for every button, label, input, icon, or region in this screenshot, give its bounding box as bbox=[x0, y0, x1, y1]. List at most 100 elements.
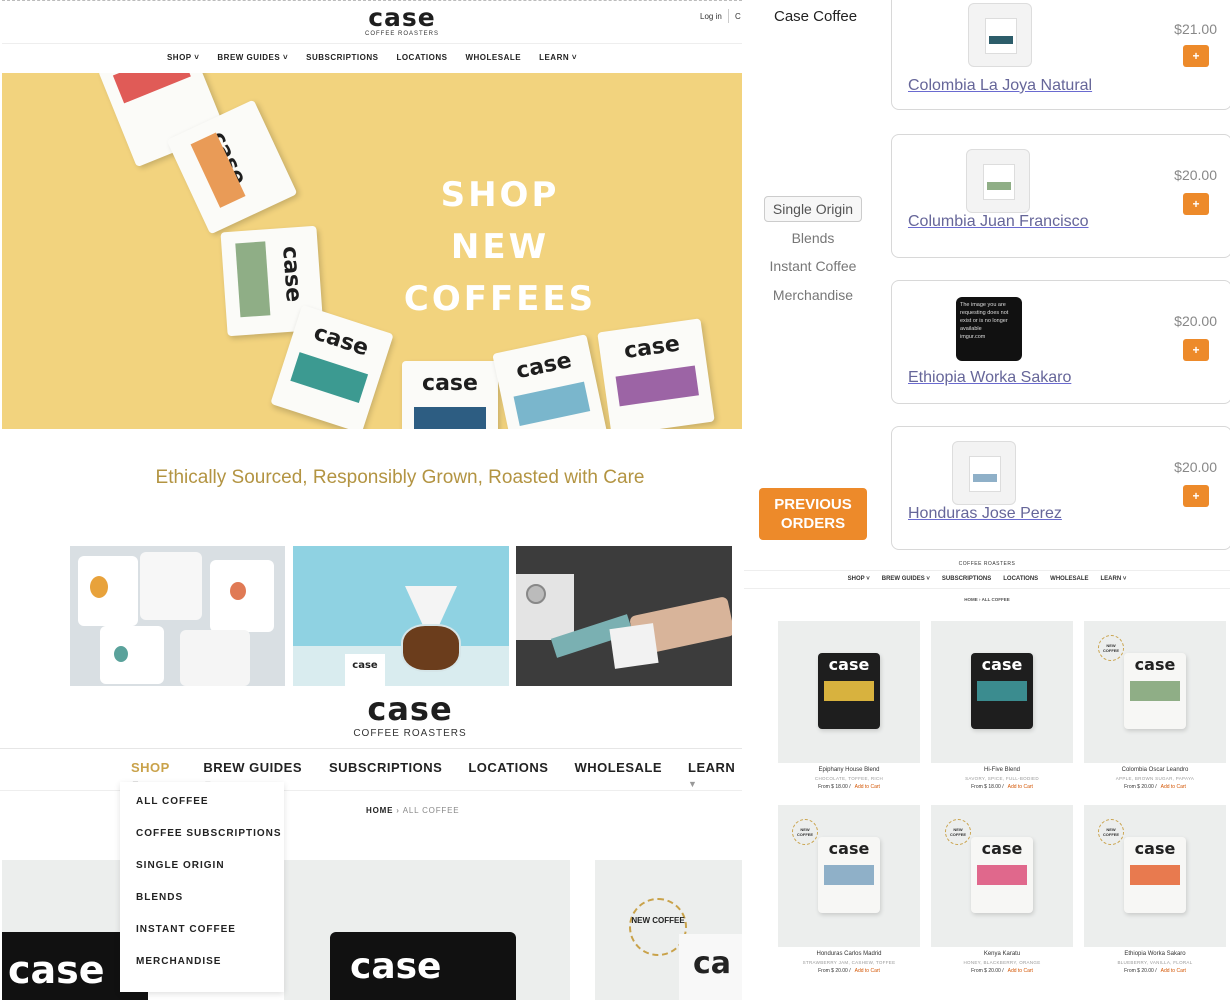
hero-banner[interactable]: case case case case case case SHOP NEW C… bbox=[2, 73, 742, 429]
product-card[interactable]: Columbia Juan Francisco $20.00 + bbox=[891, 134, 1230, 258]
new-coffee-badge: NEW COFFEE bbox=[792, 819, 818, 845]
nav-wholesale[interactable]: WHOLESALE bbox=[1050, 576, 1088, 582]
menu-item-single-origin[interactable]: SINGLE ORIGIN bbox=[120, 850, 284, 882]
coffee-bag-image: case bbox=[1124, 837, 1186, 913]
product-image[interactable]: case bbox=[931, 621, 1073, 763]
product-tile[interactable]: NEW COFFEE case Colombia Oscar Leandro APPL… bbox=[1084, 621, 1226, 790]
coffee-bag-image: case bbox=[971, 653, 1033, 729]
coffee-bag-image: case bbox=[597, 318, 715, 429]
category-instant-coffee[interactable]: Instant Coffee bbox=[763, 258, 863, 274]
product-name-link[interactable]: Honduras Jose Perez bbox=[908, 505, 1062, 523]
all-coffee-panel: COFFEE ROASTERS SHOP ˅ BREW GUIDES ˅ SUB… bbox=[744, 556, 1230, 1002]
product-price: $21.00 bbox=[1174, 21, 1217, 37]
nav-subscriptions[interactable]: SUBSCRIPTIONS bbox=[329, 760, 442, 790]
add-to-cart-link[interactable]: Add to Cart bbox=[1161, 784, 1186, 790]
tasting-notes: STRAWBERRY JAM, CASHEW, TOFFEE bbox=[802, 960, 896, 965]
tagline: Ethically Sourced, Responsibly Grown, Ro… bbox=[155, 467, 645, 488]
cart-link[interactable]: C bbox=[735, 12, 741, 21]
nav-wholesale[interactable]: WHOLESALE bbox=[465, 53, 521, 62]
breadcrumb-home[interactable]: HOME bbox=[366, 806, 393, 815]
mugs-photo bbox=[70, 546, 285, 686]
product-name[interactable]: Kenya Karatu bbox=[931, 951, 1073, 957]
tasting-notes: HONEY, BLACKBERRY, ORANGE bbox=[963, 960, 1041, 965]
product-thumbnail bbox=[966, 149, 1030, 213]
product-price: $20.00 bbox=[1174, 167, 1217, 183]
add-to-cart-link[interactable]: Add to Cart bbox=[1161, 968, 1186, 974]
product-image[interactable]: NEW COFFEE case bbox=[1084, 621, 1226, 763]
product-image[interactable]: NEW COFFEE ca bbox=[595, 860, 742, 1000]
category-merchandise[interactable]: Merchandise bbox=[763, 287, 863, 303]
product-name[interactable]: Epiphany House Blend bbox=[778, 767, 920, 773]
nav-subscriptions[interactable]: SUBSCRIPTIONS bbox=[306, 53, 378, 62]
nav-locations[interactable]: LOCATIONS bbox=[468, 760, 548, 790]
header-rule bbox=[2, 43, 742, 44]
product-tile[interactable]: case Hi-Five Blend SAVORY, SPICE, FULL-BOD… bbox=[931, 621, 1073, 790]
product-card[interactable]: Colombia La Joya Natural $21.00 + bbox=[891, 0, 1230, 110]
product-image[interactable]: case bbox=[778, 621, 920, 763]
menu-item-all-coffee[interactable]: ALL COFFEE bbox=[120, 786, 284, 818]
category-blends[interactable]: Blends bbox=[763, 230, 863, 246]
product-card[interactable]: The image you are requesting does not ex… bbox=[891, 280, 1230, 404]
add-to-cart-link[interactable]: Add to Cart bbox=[855, 784, 880, 790]
product-name[interactable]: Colombia Oscar Leandro bbox=[1084, 767, 1226, 773]
product-name-link[interactable]: Ethiopia Worka Sakaro bbox=[908, 369, 1071, 387]
product-price: $20.00 bbox=[1174, 313, 1217, 329]
nav-locations[interactable]: LOCATIONS bbox=[1003, 576, 1038, 582]
main-nav: SHOP ˅ BREW GUIDES ˅ SUBSCRIPTIONS LOCAT… bbox=[2, 53, 742, 62]
menu-item-blends[interactable]: BLENDS bbox=[120, 882, 284, 914]
new-coffee-badge: NEW COFFEE bbox=[1098, 819, 1124, 845]
product-price: From $ 18.00 /Add to Cart bbox=[818, 784, 880, 790]
add-button[interactable]: + bbox=[1183, 339, 1209, 361]
new-coffee-badge: NEW COFFEE bbox=[1098, 635, 1124, 661]
product-image[interactable]: NEW COFFEE case bbox=[1084, 805, 1226, 947]
nav-locations[interactable]: LOCATIONS bbox=[396, 53, 447, 62]
header-rule bbox=[0, 748, 742, 749]
add-button[interactable]: + bbox=[1183, 485, 1209, 507]
nav-brew-guides[interactable]: BREW GUIDES ˅ bbox=[882, 576, 930, 582]
product-tile[interactable]: case Epiphany House Blend CHOCOLATE, TOFFE… bbox=[778, 621, 920, 790]
nav-learn[interactable]: LEARN ˅ bbox=[539, 53, 577, 62]
product-tile[interactable]: NEW COFFEE case Honduras Carlos Madrid STRA… bbox=[778, 805, 920, 974]
add-to-cart-link[interactable]: Add to Cart bbox=[1008, 968, 1033, 974]
nav-shop[interactable]: SHOP ˅ bbox=[848, 576, 870, 582]
nav-shop[interactable]: SHOP ˅ bbox=[167, 53, 199, 62]
site-logo-subtitle: COFFEE ROASTERS bbox=[958, 561, 1016, 567]
product-card[interactable]: Honduras Jose Perez $20.00 + bbox=[891, 426, 1230, 550]
product-name-link[interactable]: Colombia La Joya Natural bbox=[908, 77, 1092, 95]
product-price: From $ 20.00 /Add to Cart bbox=[1124, 968, 1186, 974]
coffee-bag-image: case bbox=[1124, 653, 1186, 729]
nav-subscriptions[interactable]: SUBSCRIPTIONS bbox=[942, 576, 991, 582]
add-button[interactable]: + bbox=[1183, 193, 1209, 215]
nav-wholesale[interactable]: WHOLESALE bbox=[574, 760, 662, 790]
site-logo[interactable]: case bbox=[342, 3, 462, 32]
product-image[interactable]: NEW COFFEE case bbox=[778, 805, 920, 947]
product-name[interactable]: Honduras Carlos Madrid bbox=[778, 951, 920, 957]
product-name[interactable]: Hi-Five Blend bbox=[931, 767, 1073, 773]
product-price: From $ 20.00 /Add to Cart bbox=[818, 968, 880, 974]
menu-item-merchandise[interactable]: MERCHANDISE bbox=[120, 946, 284, 978]
product-tile[interactable]: NEW COFFEE case Kenya Karatu HONEY, BLACKBE… bbox=[931, 805, 1073, 974]
menu-item-coffee-subscriptions[interactable]: COFFEE SUBSCRIPTIONS bbox=[120, 818, 284, 850]
shop-dropdown-menu: ALL COFFEE COFFEE SUBSCRIPTIONS SINGLE O… bbox=[120, 782, 284, 992]
category-single-origin[interactable]: Single Origin bbox=[764, 196, 862, 222]
add-button[interactable]: + bbox=[1183, 45, 1209, 67]
product-image[interactable]: case bbox=[284, 860, 570, 1000]
nav-learn[interactable]: LEARN ˅ bbox=[1101, 576, 1127, 582]
nav-brew-guides[interactable]: BREW GUIDES ˅ bbox=[217, 53, 288, 62]
product-name[interactable]: Ethiopia Worka Sakaro bbox=[1084, 951, 1226, 957]
site-logo-subtitle: COFFEE ROASTERS bbox=[364, 31, 439, 37]
previous-orders-button[interactable]: PREVIOUS ORDERS bbox=[759, 488, 867, 540]
add-to-cart-link[interactable]: Add to Cart bbox=[855, 968, 880, 974]
site-logo[interactable]: case bbox=[350, 690, 470, 728]
product-name-link[interactable]: Columbia Juan Francisco bbox=[908, 213, 1089, 231]
nav-learn[interactable]: LEARN ▼ bbox=[688, 760, 742, 790]
breadcrumb-current: ALL COFFEE bbox=[402, 806, 460, 815]
product-price: From $ 20.00 /Add to Cart bbox=[1124, 784, 1186, 790]
add-to-cart-link[interactable]: Add to Cart bbox=[1008, 784, 1033, 790]
product-tile[interactable]: NEW COFFEE case Ethiopia Worka Sakaro BLUEB… bbox=[1084, 805, 1226, 974]
product-image[interactable]: NEW COFFEE case bbox=[931, 805, 1073, 947]
menu-item-instant-coffee[interactable]: INSTANT COFFEE bbox=[120, 914, 284, 946]
login-link[interactable]: Log in bbox=[700, 12, 722, 21]
tasting-notes: SAVORY, SPICE, FULL-BODIED bbox=[965, 776, 1039, 781]
nav-rule bbox=[0, 790, 742, 791]
